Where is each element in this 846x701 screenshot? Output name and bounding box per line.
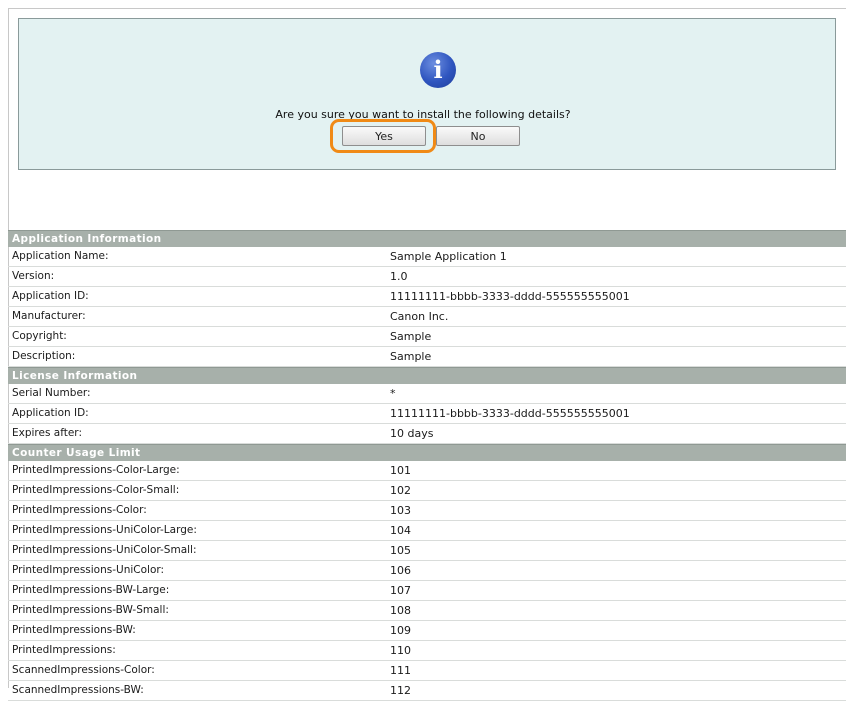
row-value: 104 xyxy=(390,524,411,537)
table-row: PrintedImpressions-Color-Small: 102 xyxy=(8,481,846,501)
table-row: Serial Number: * xyxy=(8,384,846,404)
table-row: ScannedImpressions-BW: 112 xyxy=(8,681,846,701)
confirmation-question: Are you sure you want to install the fol… xyxy=(275,108,571,121)
table-row: Expires after: 10 days xyxy=(8,424,846,444)
row-label: Application ID: xyxy=(12,290,89,302)
row-value: 107 xyxy=(390,584,411,597)
row-label: Application ID: xyxy=(12,407,89,419)
info-icon: i xyxy=(420,52,456,88)
table-row: PrintedImpressions-BW-Small: 108 xyxy=(8,601,846,621)
row-value: 11111111-bbbb-3333-dddd-555555555001 xyxy=(390,407,630,420)
table-row: ScannedImpressions-Color: 111 xyxy=(8,661,846,681)
table-row: PrintedImpressions-BW-Large: 107 xyxy=(8,581,846,601)
row-value: Sample xyxy=(390,350,432,363)
table-row: Description: Sample xyxy=(8,347,846,367)
row-value: 11111111-bbbb-3333-dddd-555555555001 xyxy=(390,290,630,303)
row-label: Version: xyxy=(12,270,55,282)
row-label: PrintedImpressions-Color: xyxy=(12,504,147,516)
row-label: Description: xyxy=(12,350,76,362)
table-row: PrintedImpressions-Color-Large: 101 xyxy=(8,461,846,481)
application-information-rows: Application Name: Sample Application 1 Ver… xyxy=(8,247,846,367)
table-row: Version: 1.0 xyxy=(8,267,846,287)
row-label: ScannedImpressions-BW: xyxy=(12,684,144,696)
row-value: Sample xyxy=(390,330,432,343)
table-row: PrintedImpressions-UniColor: 106 xyxy=(8,561,846,581)
row-label: PrintedImpressions-BW-Small: xyxy=(12,604,169,616)
row-value: * xyxy=(390,387,396,400)
row-label: Application Name: xyxy=(12,250,109,262)
confirmation-panel xyxy=(18,18,836,170)
row-label: PrintedImpressions-Color-Large: xyxy=(12,464,180,476)
row-label: PrintedImpressions-BW: xyxy=(12,624,136,636)
row-value: 111 xyxy=(390,664,411,677)
table-row: PrintedImpressions-UniColor-Large: 104 xyxy=(8,521,846,541)
row-value: 106 xyxy=(390,564,411,577)
yes-button[interactable]: Yes xyxy=(342,126,426,146)
row-value: 103 xyxy=(390,504,411,517)
section-header-application-information: Application Information xyxy=(8,230,846,247)
row-value: Canon Inc. xyxy=(390,310,449,323)
row-value: 105 xyxy=(390,544,411,557)
row-value: 102 xyxy=(390,484,411,497)
row-label: PrintedImpressions: xyxy=(12,644,116,656)
section-header-counter-usage-limit: Counter Usage Limit xyxy=(8,444,846,461)
details-table: Application Information Application Name… xyxy=(8,230,846,701)
row-value: 109 xyxy=(390,624,411,637)
row-value: 1.0 xyxy=(390,270,408,283)
row-label: Expires after: xyxy=(12,427,82,439)
row-value: 110 xyxy=(390,644,411,657)
row-label: Serial Number: xyxy=(12,387,91,399)
row-value: Sample Application 1 xyxy=(390,250,507,263)
table-row: PrintedImpressions-BW: 109 xyxy=(8,621,846,641)
row-value: 108 xyxy=(390,604,411,617)
row-label: ScannedImpressions-Color: xyxy=(12,664,155,676)
row-label: PrintedImpressions-Color-Small: xyxy=(12,484,180,496)
table-row: Application Name: Sample Application 1 xyxy=(8,247,846,267)
row-label: Manufacturer: xyxy=(12,310,86,322)
row-label: PrintedImpressions-UniColor: xyxy=(12,564,165,576)
row-value: 10 days xyxy=(390,427,434,440)
row-value: 112 xyxy=(390,684,411,697)
no-button[interactable]: No xyxy=(436,126,520,146)
row-label: Copyright: xyxy=(12,330,67,342)
table-row: Manufacturer: Canon Inc. xyxy=(8,307,846,327)
table-row: Application ID: 11111111-bbbb-3333-dddd-5… xyxy=(8,287,846,307)
section-header-license-information: License Information xyxy=(8,367,846,384)
counter-usage-limit-rows: PrintedImpressions-Color-Large: 101 Printe… xyxy=(8,461,846,701)
row-label: PrintedImpressions-BW-Large: xyxy=(12,584,170,596)
table-row: Copyright: Sample xyxy=(8,327,846,347)
table-row: PrintedImpressions-Color: 103 xyxy=(8,501,846,521)
license-information-rows: Serial Number: * Application ID: 11111111-b… xyxy=(8,384,846,444)
row-label: PrintedImpressions-UniColor-Large: xyxy=(12,524,197,536)
table-row: Application ID: 11111111-bbbb-3333-dddd-5… xyxy=(8,404,846,424)
row-label: PrintedImpressions-UniColor-Small: xyxy=(12,544,197,556)
table-row: PrintedImpressions: 110 xyxy=(8,641,846,661)
row-value: 101 xyxy=(390,464,411,477)
table-row: PrintedImpressions-UniColor-Small: 105 xyxy=(8,541,846,561)
